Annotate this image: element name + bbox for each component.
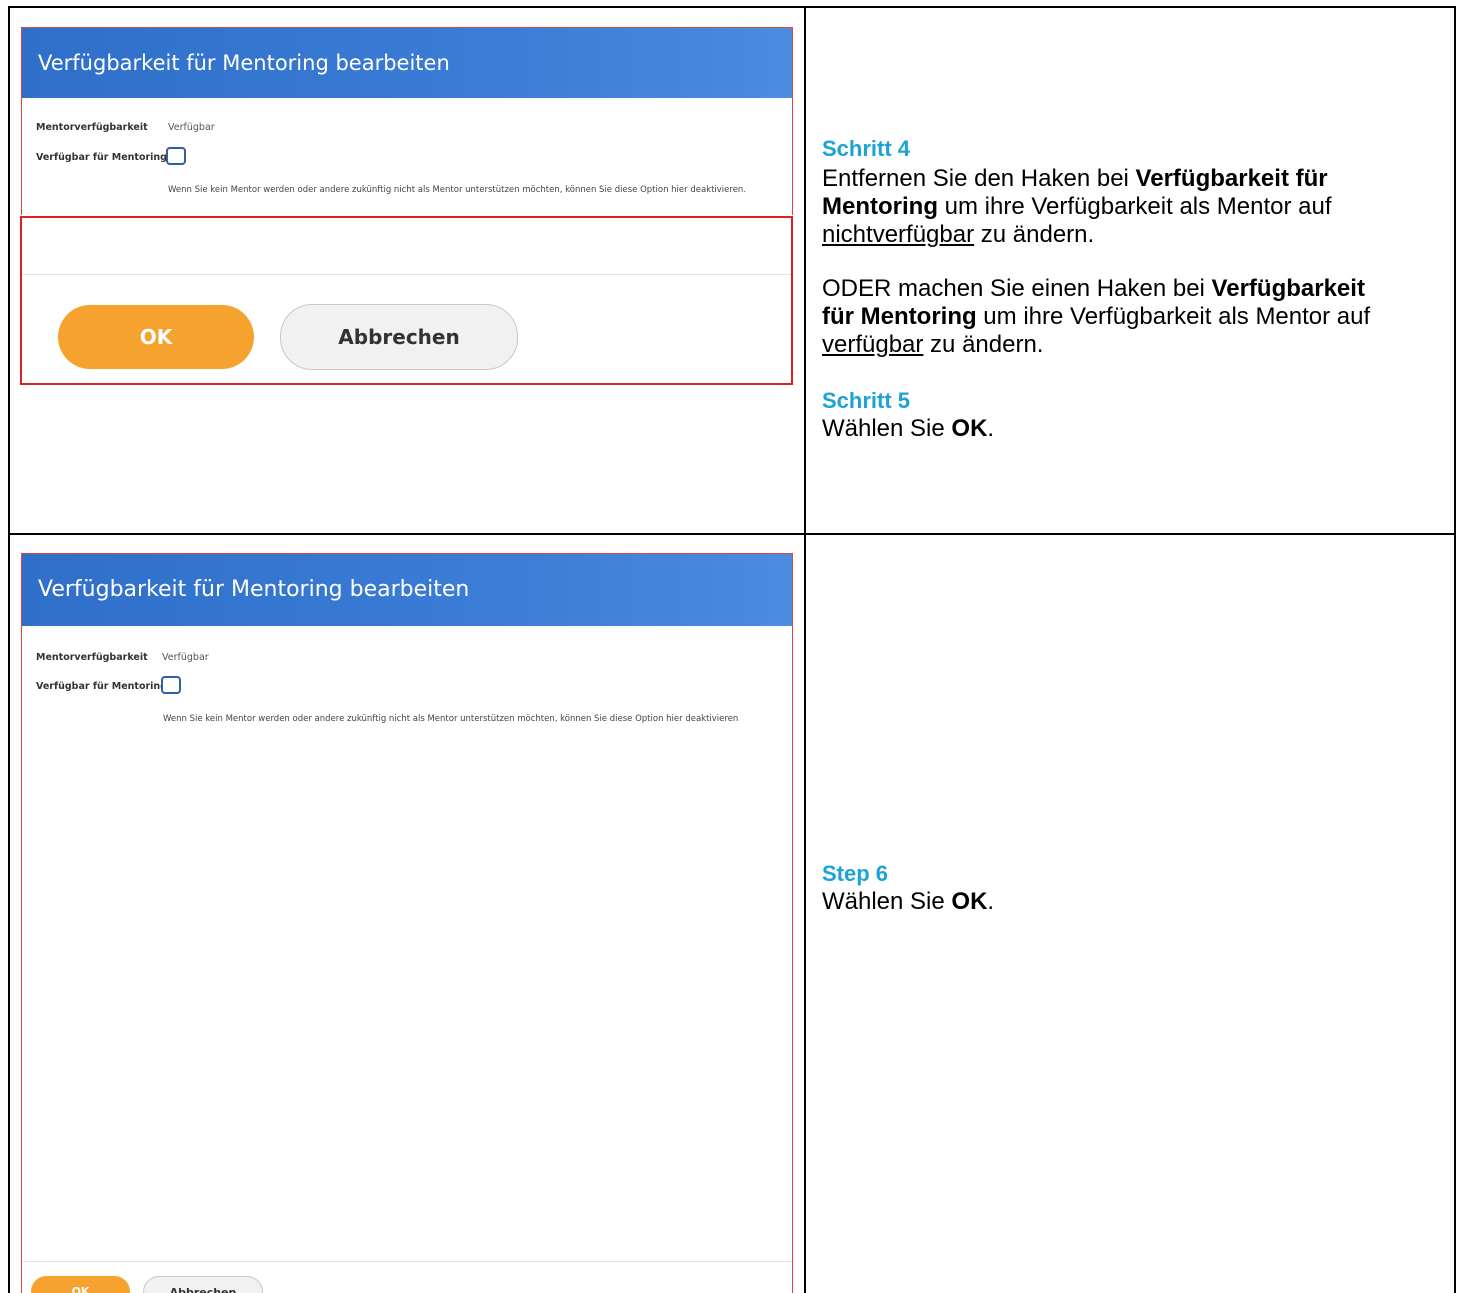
step4-underlined-term: verfügbar [822, 331, 924, 358]
step4-text: zu ändern. [974, 221, 1095, 248]
step6-heading: Step 6 [822, 861, 889, 886]
step5-bold-ok: OK [951, 415, 988, 442]
mentor-availability-value: Verfügbar [168, 122, 215, 133]
available-for-mentoring-checkbox[interactable] [166, 147, 186, 165]
footer-separator [22, 274, 791, 275]
option-description: Wenn Sie kein Mentor werden oder andere … [163, 714, 739, 724]
mentor-availability-value: Verfügbar [162, 652, 209, 663]
footer-separator [22, 1261, 792, 1262]
dialog-screenshot-1: Verfügbarkeit für Mentoring bearbeiten M… [21, 27, 793, 215]
dialog-title: Verfügbarkeit für Mentoring bearbeiten [22, 28, 792, 98]
step6-instructions: Step 6 Wählen Sie OK. [822, 860, 1442, 916]
dialog-title: Verfügbarkeit für Mentoring bearbeiten [22, 554, 792, 626]
dialog-screenshot-2: Verfügbarkeit für Mentoring bearbeiten M… [21, 553, 793, 1293]
step4-text: um ihre Verfügbarkeit als Mentor auf [976, 303, 1371, 330]
step4-text: um ihre Verfügbarkeit als Mentor auf [937, 193, 1332, 220]
available-for-mentoring-label: Verfügbar für Mentoring [36, 152, 167, 163]
step4-heading: Schritt 4 [822, 136, 911, 161]
step6-text-part: . [987, 888, 995, 915]
step4-text: Entfernen Sie den Haken bei [822, 165, 1136, 192]
step5-text: Wählen Sie OK. [822, 415, 1442, 443]
step4-text: ODER machen Sie einen Haken bei [822, 275, 1212, 302]
step4-instructions: Schritt 4 Entfernen Sie den Haken bei Ve… [822, 135, 1442, 443]
step5-text-part: Wählen Sie [822, 415, 952, 442]
step6-text: Wählen Sie OK. [822, 888, 1442, 916]
step5-text-part: . [987, 415, 995, 442]
ok-button[interactable]: OK [31, 1276, 130, 1293]
available-for-mentoring-label: Verfügbar für Mentoring [36, 681, 167, 692]
cancel-button[interactable]: Abbrechen [143, 1276, 263, 1293]
step4-underlined-term: nichtverfügbar [822, 221, 975, 248]
table-column-divider [804, 6, 806, 1293]
available-for-mentoring-checkbox[interactable] [161, 676, 181, 694]
cancel-button[interactable]: Abbrechen [280, 304, 518, 370]
option-description: Wenn Sie kein Mentor werden oder andere … [168, 185, 747, 195]
step6-bold-ok: OK [951, 888, 988, 915]
ok-button[interactable]: OK [58, 305, 254, 369]
mentor-availability-label: Mentorverfügbarkeit [36, 652, 148, 663]
mentor-availability-label: Mentorverfügbarkeit [36, 122, 148, 133]
step6-text-part: Wählen Sie [822, 888, 952, 915]
table-row-divider [8, 533, 1456, 535]
step4-paragraph-1: Entfernen Sie den Haken bei Verfügbarkei… [822, 165, 1407, 249]
step5-heading: Schritt 5 [822, 388, 911, 413]
step4-paragraph-2: ODER machen Sie einen Haken bei Verfügba… [822, 275, 1387, 359]
dialog-footer-highlight: OK Abbrechen [20, 216, 793, 385]
step4-text: zu ändern. [923, 331, 1044, 358]
